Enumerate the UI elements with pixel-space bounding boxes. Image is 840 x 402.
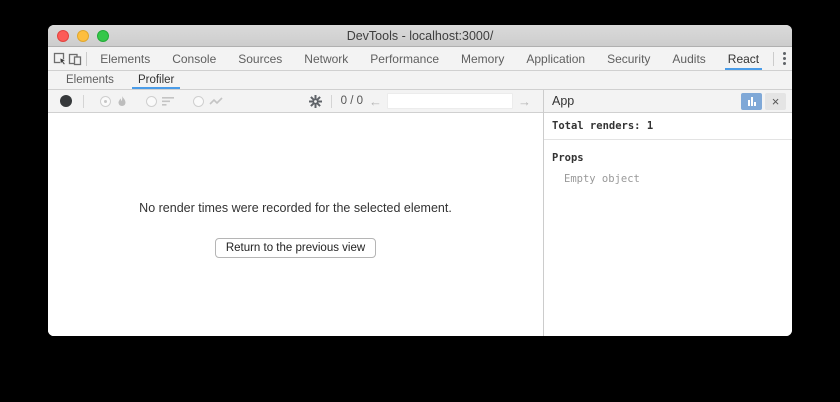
tab-performance[interactable]: Performance <box>359 48 450 70</box>
return-previous-view-button[interactable]: Return to the previous view <box>215 238 376 258</box>
devtools-window: DevTools - localhost:3000/ Elements Cons… <box>48 25 792 336</box>
ranked-radio[interactable] <box>146 96 157 107</box>
bar-chart-icon <box>748 100 750 106</box>
line-chart-icon <box>209 96 224 107</box>
render-chart-toggle-button[interactable] <box>741 93 762 110</box>
tab-react[interactable]: React <box>717 48 770 70</box>
empty-state-message: No render times were recorded for the se… <box>139 201 452 215</box>
subtab-elements[interactable]: Elements <box>54 71 126 89</box>
tab-audits[interactable]: Audits <box>661 48 716 70</box>
interactions-radio[interactable] <box>193 96 204 107</box>
flame-icon <box>116 95 128 108</box>
subtab-profiler[interactable]: Profiler <box>126 71 186 89</box>
close-details-button[interactable]: × <box>765 93 786 110</box>
tab-application[interactable]: Application <box>515 48 596 70</box>
element-details-pane: App × Total renders: 1 Props Empty objec… <box>544 90 792 336</box>
total-renders-row: Total renders: 1 <box>544 113 792 140</box>
tab-console[interactable]: Console <box>161 48 227 70</box>
kebab-icon <box>783 52 786 55</box>
tab-bar-separator <box>86 52 87 66</box>
device-toolbar-icon <box>68 52 82 66</box>
profiler-content: 0 / 0 ← → No render times were recorded … <box>48 90 792 336</box>
devtools-tab-bar: Elements Console Sources Network Perform… <box>48 47 792 71</box>
device-toolbar-button[interactable] <box>67 47 82 70</box>
record-button[interactable] <box>60 95 72 107</box>
devtools-menu-button[interactable] <box>777 47 792 70</box>
ranked-chart-icon <box>162 96 175 107</box>
tab-elements[interactable]: Elements <box>89 48 161 70</box>
prev-snapshot-arrow-icon[interactable]: ← <box>365 94 386 109</box>
tab-memory[interactable]: Memory <box>450 48 515 70</box>
close-icon: × <box>772 95 780 108</box>
toolbar-separator-2 <box>331 95 332 108</box>
window-title: DevTools - localhost:3000/ <box>48 29 792 43</box>
inspect-cursor-icon <box>53 52 67 66</box>
selected-component-name: App <box>552 94 741 108</box>
gear-icon <box>309 95 322 108</box>
total-renders-label: Total renders: <box>552 120 641 132</box>
flamegraph-radio[interactable] <box>100 96 111 107</box>
profiler-toolbar: 0 / 0 ← → <box>48 90 543 113</box>
profiler-settings-button[interactable] <box>309 95 322 108</box>
total-renders-value: 1 <box>647 120 653 132</box>
props-section: Props Empty object <box>544 140 792 185</box>
snapshot-selector[interactable] <box>387 93 513 109</box>
tab-network[interactable]: Network <box>293 48 359 70</box>
tab-security[interactable]: Security <box>596 48 661 70</box>
chart-option-ranked[interactable] <box>146 96 175 107</box>
profiler-main-pane: 0 / 0 ← → No render times were recorded … <box>48 90 543 336</box>
props-label: Props <box>552 152 784 164</box>
inspect-element-button[interactable] <box>52 47 67 70</box>
titlebar: DevTools - localhost:3000/ <box>48 25 792 47</box>
chart-option-interactions[interactable] <box>193 96 224 107</box>
chart-option-flamegraph[interactable] <box>100 95 128 108</box>
profiler-empty-state: No render times were recorded for the se… <box>48 113 543 336</box>
snapshot-counter: 0 / 0 <box>341 95 363 107</box>
toolbar-separator <box>83 95 84 108</box>
tab-sources[interactable]: Sources <box>227 48 293 70</box>
tab-bar-separator-right <box>773 52 774 66</box>
details-header: App × <box>544 90 792 113</box>
props-value: Empty object <box>552 173 784 185</box>
next-snapshot-arrow-icon[interactable]: → <box>514 94 535 109</box>
react-subtab-bar: Elements Profiler <box>48 71 792 90</box>
